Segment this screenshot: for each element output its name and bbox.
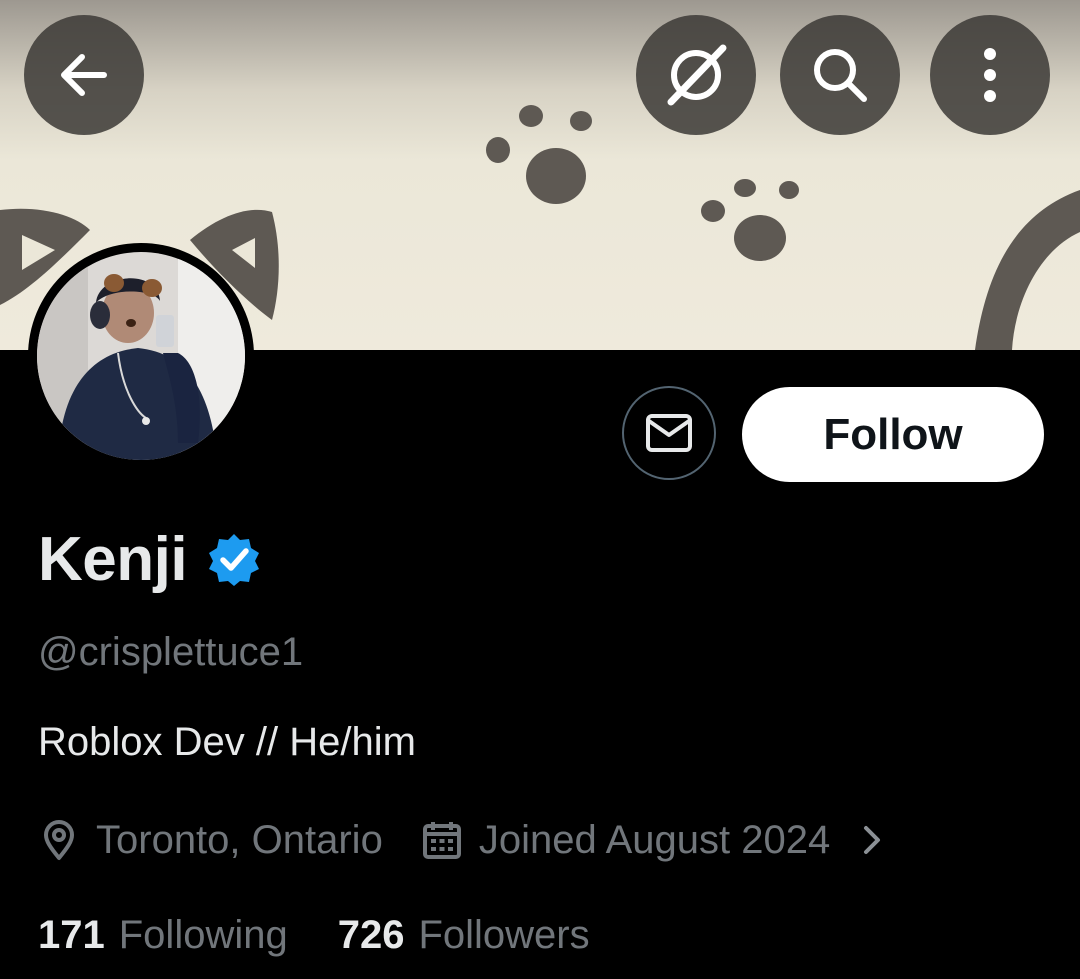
chevron-right-icon[interactable] (860, 824, 884, 856)
message-button[interactable] (622, 386, 716, 480)
followers-count: 726 (337, 912, 405, 957)
location-icon (44, 820, 74, 860)
profile-handle: @crisplettuce1 (38, 630, 304, 674)
mail-icon (646, 414, 692, 452)
grok-icon (667, 44, 727, 106)
profile-stats: 171 Following 726 Followers (38, 905, 590, 965)
more-button[interactable] (930, 15, 1050, 135)
follow-button[interactable]: Follow (742, 387, 1044, 482)
profile-joined: Joined August 2024 (478, 817, 831, 862)
avatar[interactable] (28, 243, 254, 469)
display-name: Kenji (38, 524, 188, 594)
verified-badge-icon[interactable] (207, 532, 261, 586)
avatar-photo (37, 252, 245, 460)
search-button[interactable] (780, 15, 900, 135)
followers-label: Followers (418, 912, 590, 957)
following-count: 171 (38, 912, 105, 957)
profile-bio: Roblox Dev // He/him (38, 720, 416, 764)
profile-name-row: Kenji (38, 519, 261, 599)
arrow-left-icon (61, 54, 107, 96)
followers-link[interactable]: 726 Followers (338, 913, 590, 958)
calendar-icon (422, 822, 461, 859)
following-label: Following (118, 912, 288, 957)
profile-location: Toronto, Ontario (96, 817, 383, 862)
search-icon (814, 49, 867, 102)
profile-meta: Toronto, Ontario Joined August 2024 (38, 810, 884, 870)
grok-button[interactable] (636, 15, 756, 135)
back-button[interactable] (24, 15, 144, 135)
more-vertical-icon (984, 48, 996, 102)
following-link[interactable]: 171 Following (38, 913, 288, 958)
